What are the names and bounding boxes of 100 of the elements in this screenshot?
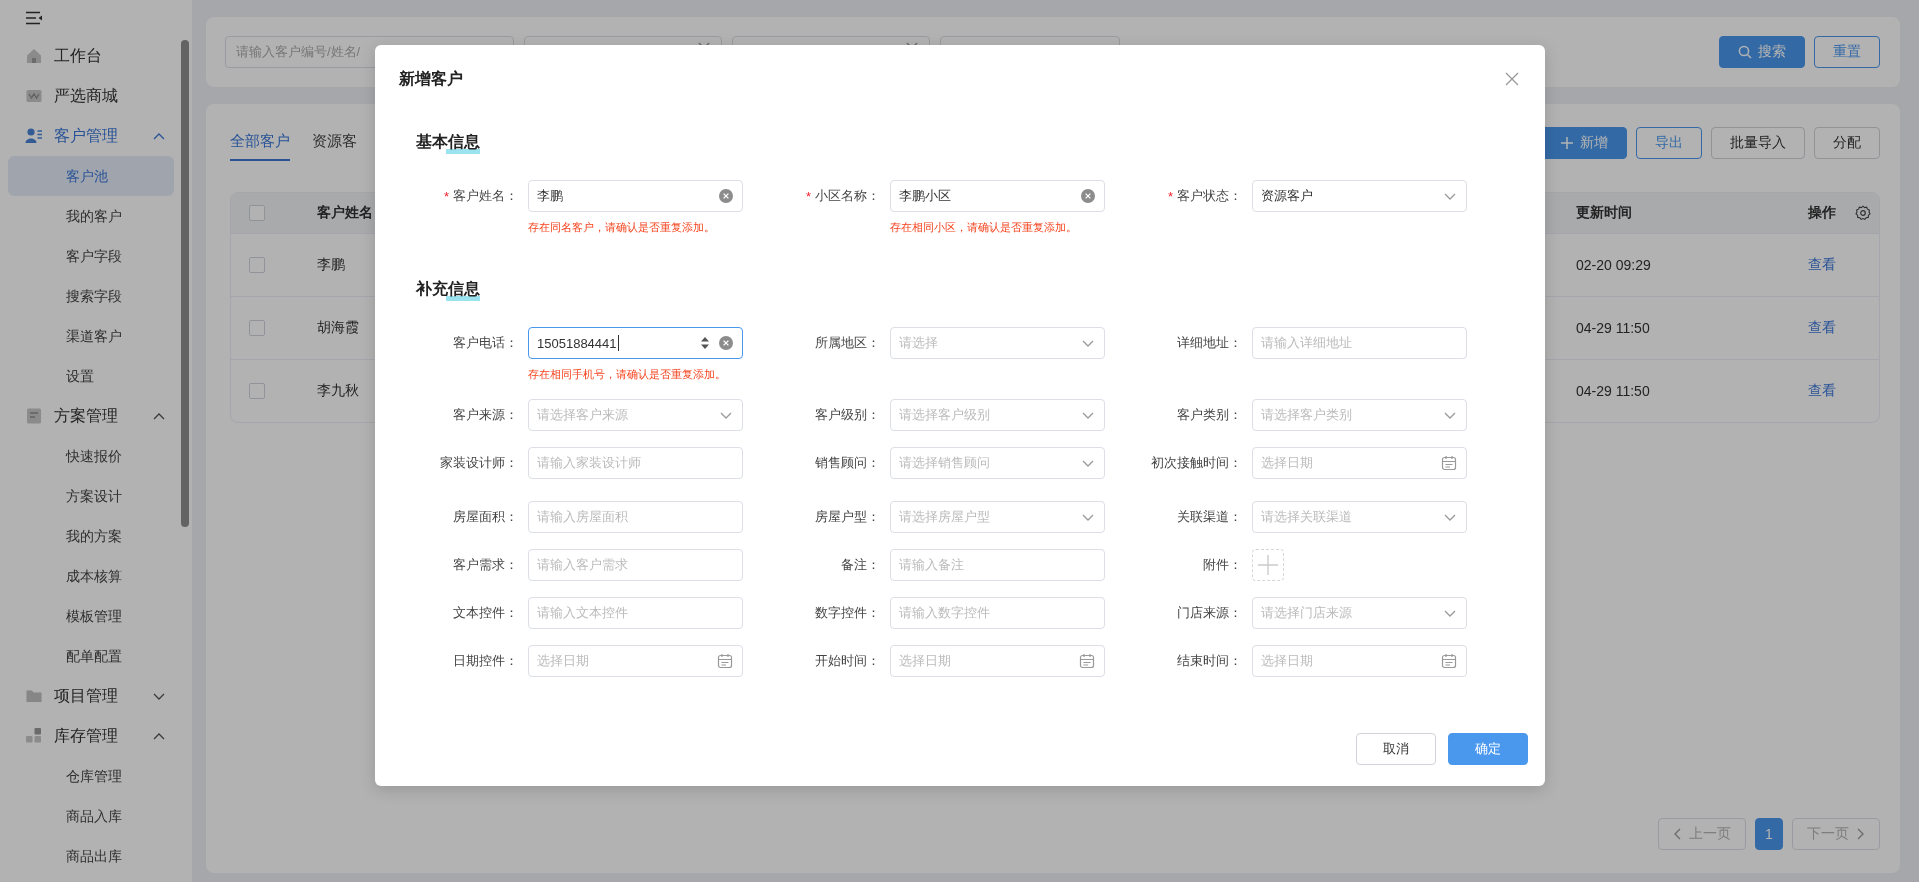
text-field[interactable]: 请输入备注 bbox=[890, 549, 1105, 581]
field-label: 客户来源： bbox=[453, 406, 518, 424]
text-field[interactable]: 请输入数字控件 bbox=[890, 597, 1105, 629]
cancel-button[interactable]: 取消 bbox=[1356, 733, 1436, 765]
home-icon bbox=[25, 47, 43, 65]
chevron-right-icon bbox=[1857, 828, 1865, 840]
field-label: 备注： bbox=[841, 556, 880, 574]
select-field[interactable]: 资源客户 bbox=[1252, 180, 1467, 212]
table-cell: 胡海霞 bbox=[317, 319, 359, 337]
view-link[interactable]: 查看 bbox=[1808, 382, 1836, 400]
clear-icon[interactable] bbox=[1081, 189, 1095, 203]
field-label: 关联渠道： bbox=[1177, 508, 1242, 526]
button[interactable]: 导出 bbox=[1636, 127, 1702, 159]
sidebar-item[interactable]: 客户池 bbox=[8, 156, 174, 196]
select-field[interactable]: 请选择门店来源 bbox=[1252, 597, 1467, 629]
text-field[interactable]: 李鹏 bbox=[528, 180, 743, 212]
tab[interactable]: 全部客户 bbox=[230, 127, 290, 161]
sidebar-item[interactable]: 我的客户 bbox=[8, 196, 174, 236]
date-field[interactable]: 选择日期 bbox=[528, 645, 743, 677]
checkbox[interactable] bbox=[249, 320, 265, 336]
text-field[interactable]: 请输入房屋面积 bbox=[528, 501, 743, 533]
view-link[interactable]: 查看 bbox=[1808, 319, 1836, 337]
chevron-left-icon bbox=[1673, 828, 1681, 840]
table-cell: 李九秋 bbox=[317, 382, 359, 400]
sidebar-item[interactable]: 渠道客户 bbox=[8, 316, 174, 356]
field-label: 销售顾问： bbox=[815, 454, 880, 472]
search-button[interactable]: 搜索 bbox=[1719, 36, 1805, 68]
menu-icon[interactable] bbox=[25, 11, 43, 25]
sidebar-item[interactable]: 方案设计 bbox=[8, 476, 174, 516]
sidebar-item[interactable]: 客户管理 bbox=[0, 116, 180, 156]
text-field[interactable]: 请输入客户需求 bbox=[528, 549, 743, 581]
sidebar-item[interactable]: 成本核算 bbox=[8, 556, 174, 596]
user-list-icon bbox=[25, 127, 43, 145]
sidebar-item[interactable]: 工作台 bbox=[0, 36, 180, 76]
button[interactable]: 重置 bbox=[1814, 36, 1880, 68]
blocks-icon bbox=[25, 727, 43, 745]
date-field[interactable]: 选择日期 bbox=[1252, 447, 1467, 479]
sidebar-item[interactable]: 商品出库 bbox=[8, 836, 174, 876]
sidebar-item[interactable]: 我的方案 bbox=[8, 516, 174, 556]
column-header: 更新时间 bbox=[1576, 204, 1632, 222]
sidebar-item[interactable]: 搜索字段 bbox=[8, 276, 174, 316]
error-message: 存在相同小区，请确认是否重复添加。 bbox=[890, 220, 1078, 235]
select-field[interactable]: 请选择关联渠道 bbox=[1252, 501, 1467, 533]
text-field[interactable]: 李鹏小区 bbox=[890, 180, 1105, 212]
column-header: 客户姓名 bbox=[317, 204, 373, 222]
text-field[interactable]: 请输入文本控件 bbox=[528, 597, 743, 629]
select-field[interactable]: 请选择客户类别 bbox=[1252, 399, 1467, 431]
field-label: 客户级别： bbox=[815, 406, 880, 424]
text-field[interactable]: 请输入家装设计师 bbox=[528, 447, 743, 479]
field-label: 房屋面积： bbox=[453, 508, 518, 526]
sidebar-item[interactable]: 方案管理 bbox=[0, 396, 180, 436]
confirm-button[interactable]: 确定 bbox=[1448, 733, 1528, 765]
field-label: 文本控件： bbox=[453, 604, 518, 622]
button[interactable]: 批量导入 bbox=[1711, 127, 1805, 159]
shop-icon bbox=[25, 87, 43, 105]
sidebar-item[interactable]: 项目管理 bbox=[0, 676, 180, 716]
select-field[interactable]: 请选择客户级别 bbox=[890, 399, 1105, 431]
close-icon[interactable] bbox=[1505, 72, 1519, 86]
field-label: 家装设计师： bbox=[440, 454, 518, 472]
spinner-icon[interactable] bbox=[699, 335, 711, 351]
field-label: 客户类别： bbox=[1177, 406, 1242, 424]
field-label: 客户状态： bbox=[1177, 187, 1242, 205]
tab[interactable]: 资源客 bbox=[312, 127, 357, 161]
select-field[interactable]: 请选择销售顾问 bbox=[890, 447, 1105, 479]
sidebar-item[interactable]: 仓库管理 bbox=[8, 756, 174, 796]
dialog-title: 新增客户 bbox=[399, 69, 463, 89]
table-cell: 04-29 11:50 bbox=[1576, 320, 1650, 336]
sidebar-item[interactable]: 模板管理 bbox=[8, 596, 174, 636]
field-label: 客户电话： bbox=[453, 334, 518, 352]
text-field[interactable]: 请输入详细地址 bbox=[1252, 327, 1467, 359]
scrollbar-thumb[interactable] bbox=[181, 40, 189, 527]
sidebar-item[interactable]: 快速报价 bbox=[8, 436, 174, 476]
date-field[interactable]: 选择日期 bbox=[1252, 645, 1467, 677]
clear-icon[interactable] bbox=[719, 336, 733, 350]
select-field[interactable]: 请选择 bbox=[890, 327, 1105, 359]
sidebar-item[interactable]: 设置 bbox=[8, 356, 174, 396]
page-button[interactable]: 1 bbox=[1755, 818, 1783, 850]
clear-icon[interactable] bbox=[719, 189, 733, 203]
sidebar-item[interactable]: 商品入库 bbox=[8, 796, 174, 836]
checkbox[interactable] bbox=[249, 205, 265, 221]
date-field[interactable]: 选择日期 bbox=[890, 645, 1105, 677]
button[interactable]: 分配 bbox=[1814, 127, 1880, 159]
required-mark: * bbox=[1167, 188, 1173, 204]
upload-button[interactable] bbox=[1252, 549, 1284, 581]
settings-icon[interactable] bbox=[1855, 205, 1871, 221]
calendar-icon bbox=[1079, 653, 1095, 669]
select-field[interactable]: 请选择客户来源 bbox=[528, 399, 743, 431]
number-field[interactable]: 15051884441 bbox=[528, 327, 743, 359]
sidebar-item[interactable]: 严选商城 bbox=[0, 76, 180, 116]
select-field[interactable]: 请选择房屋户型 bbox=[890, 501, 1105, 533]
sidebar-item[interactable]: 配单配置 bbox=[8, 636, 174, 676]
error-message: 存在相同手机号，请确认是否重复添加。 bbox=[528, 367, 727, 382]
checkbox[interactable] bbox=[249, 383, 265, 399]
checkbox[interactable] bbox=[249, 257, 265, 273]
view-link[interactable]: 查看 bbox=[1808, 256, 1836, 274]
sidebar-item[interactable]: 客户字段 bbox=[8, 236, 174, 276]
sidebar-item[interactable]: 库存管理 bbox=[0, 716, 180, 756]
column-header: 操作 bbox=[1808, 204, 1836, 222]
section-title: 基本信息 bbox=[416, 130, 480, 156]
table-cell: 李鹏 bbox=[317, 256, 345, 274]
